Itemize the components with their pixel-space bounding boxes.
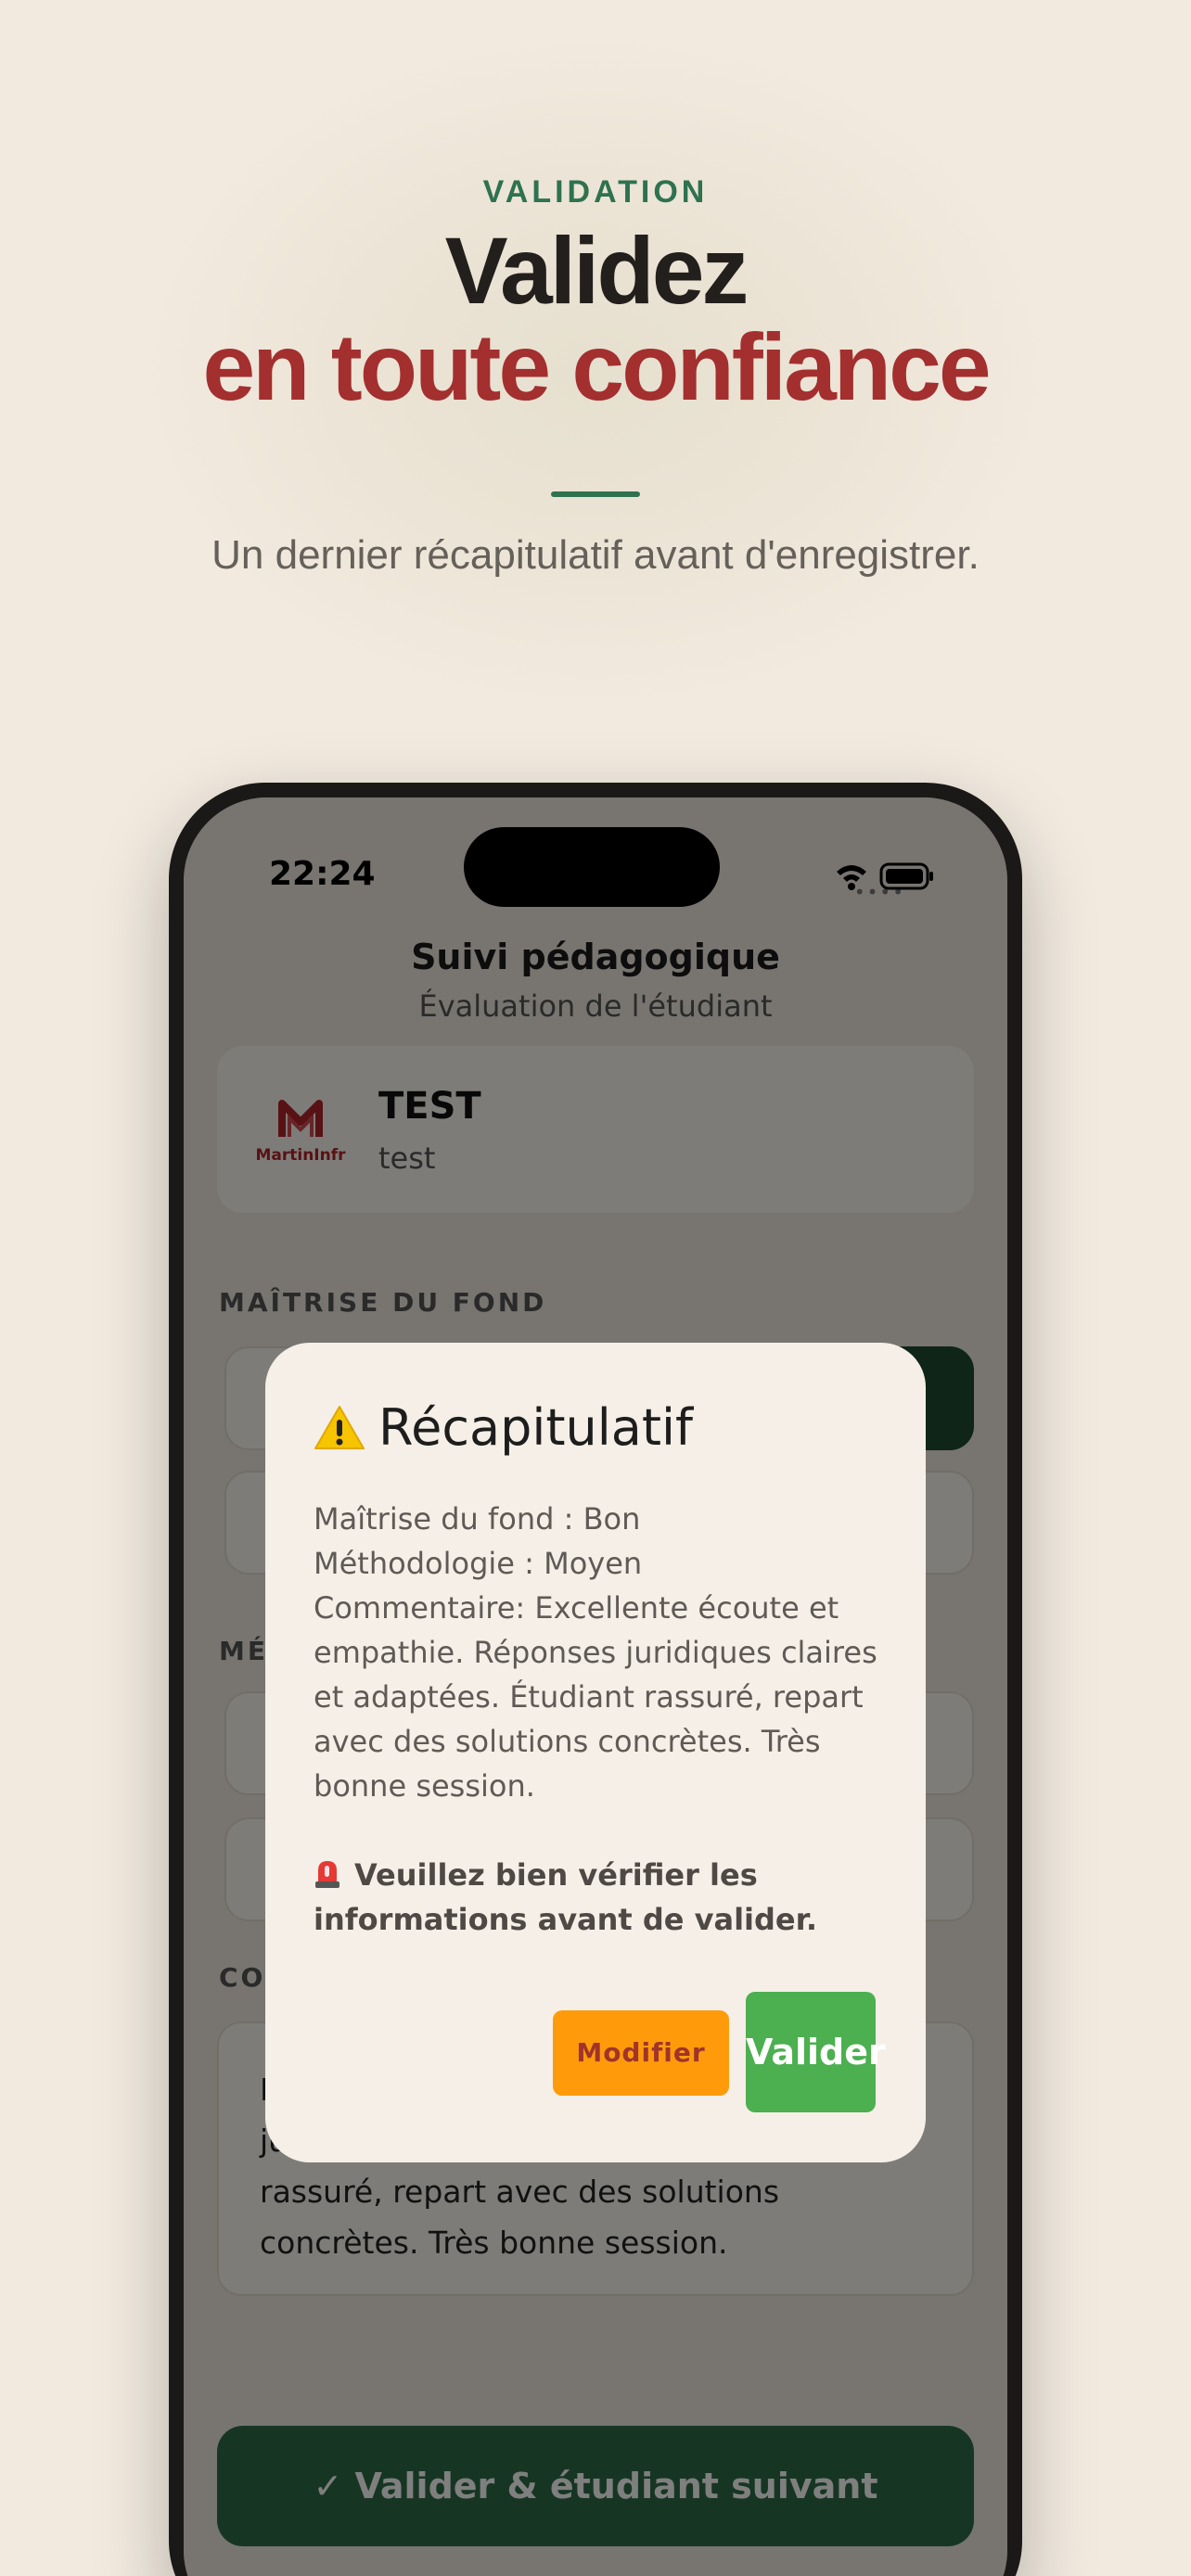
hero-divider: [551, 491, 640, 497]
validate-button[interactable]: Valider: [746, 1992, 886, 2112]
siren-icon: [315, 1861, 339, 1888]
hero-section: VALIDATION Validez en toute confiance Un…: [0, 0, 1191, 649]
eyebrow-label: VALIDATION: [482, 174, 709, 210]
recap-dialog: Récapitulatif Maîtrise du fond : Bon Mét…: [265, 1343, 926, 2162]
dialog-body: Maîtrise du fond : Bon Méthodologie : Mo…: [314, 1497, 889, 1808]
recap-methodo: Méthodologie : Moyen: [314, 1546, 643, 1581]
hero-title-line1: Validez: [444, 218, 749, 324]
recap-fond: Maîtrise du fond : Bon: [314, 1501, 641, 1537]
dialog-title-text: Récapitulatif: [378, 1398, 694, 1457]
hero-title-line2: en toute confiance: [202, 314, 991, 420]
dialog-warning: Veuillez bien vérifier les informations …: [314, 1853, 889, 1942]
warning-icon: [314, 1405, 365, 1449]
recap-comment: Commentaire: Excellente écoute et empath…: [314, 1590, 877, 1804]
modify-button[interactable]: Modifier: [553, 2010, 729, 2096]
hero-subtitle: Un dernier récapitulatif avant d'enregis…: [211, 532, 980, 578]
dialog-warning-text: Veuillez bien vérifier les informations …: [314, 1857, 817, 1937]
dialog-title: Récapitulatif: [314, 1398, 693, 1457]
